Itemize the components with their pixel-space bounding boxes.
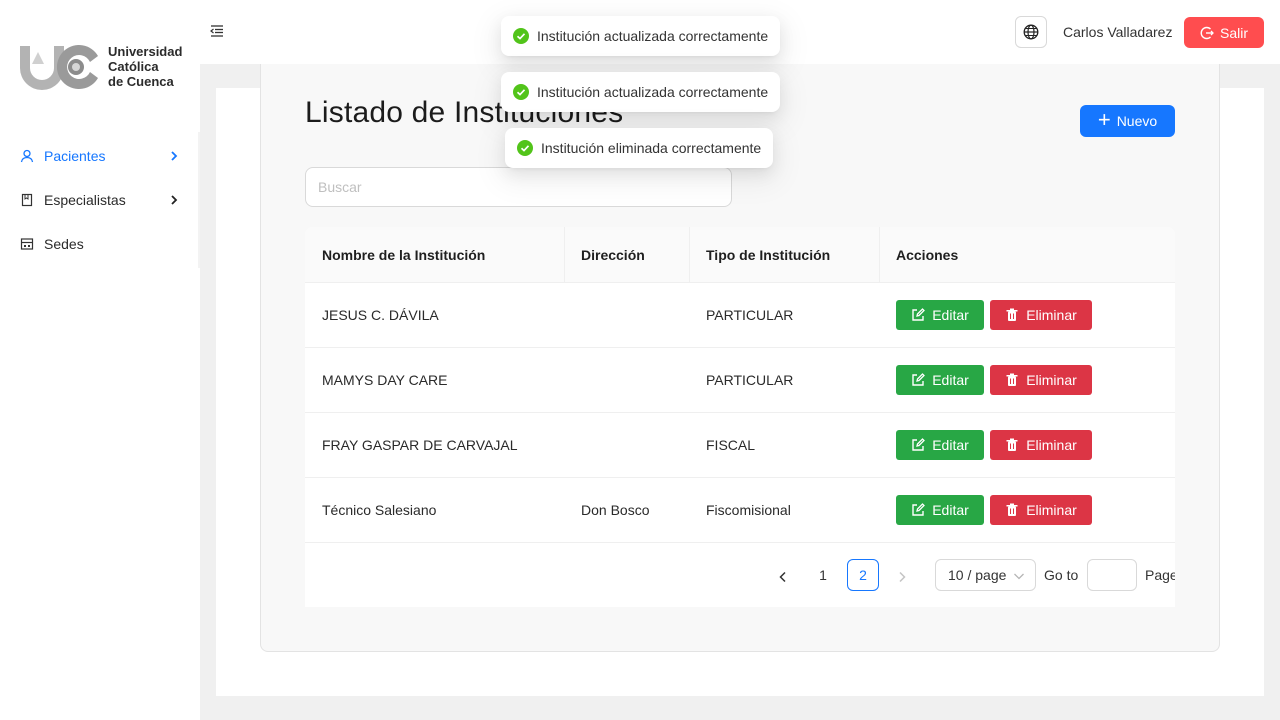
cell-tipo: FISCAL xyxy=(706,437,756,453)
table-header: Nombre de la Institución Dirección Tipo … xyxy=(305,227,1175,283)
globe-icon xyxy=(1023,24,1039,40)
cell-direccion xyxy=(564,348,581,412)
edit-label: Editar xyxy=(932,307,969,323)
next-page-button[interactable] xyxy=(890,561,914,593)
toast-notification: Institución actualizada correctamente xyxy=(501,16,781,56)
book-icon xyxy=(20,193,34,207)
cell-nombre: FRAY GASPAR DE CARVAJAL xyxy=(322,437,518,453)
sidebar-item-sedes[interactable]: Sedes xyxy=(0,222,200,266)
brand-logo[interactable]: Universidad Católica de Cuenca xyxy=(18,40,188,92)
delete-button[interactable]: Eliminar xyxy=(990,365,1092,395)
building-icon xyxy=(20,237,34,251)
delete-label: Eliminar xyxy=(1026,502,1077,518)
brand-name-line2: Católica xyxy=(108,59,159,74)
column-header-tipo: Tipo de Institución xyxy=(706,247,831,263)
check-circle-icon xyxy=(513,84,529,100)
brand-name-line1: Universidad xyxy=(108,44,183,59)
chevron-right-icon xyxy=(171,151,178,161)
sidebar-item-pacientes[interactable]: Pacientes xyxy=(0,134,200,178)
logout-icon xyxy=(1200,26,1214,39)
prev-page-button[interactable] xyxy=(771,561,795,593)
table-row: JESUS C. DÁVILA PARTICULAR Editar Elimin… xyxy=(305,283,1175,348)
sidebar-divider xyxy=(198,132,200,268)
cell-nombre: MAMYS DAY CARE xyxy=(322,372,448,388)
edit-label: Editar xyxy=(932,437,969,453)
cell-tipo: Fiscomisional xyxy=(706,502,791,518)
cell-nombre: Técnico Salesiano xyxy=(322,502,437,518)
sidebar: Universidad Católica de Cuenca Pacientes… xyxy=(0,0,200,720)
edit-label: Editar xyxy=(932,502,969,518)
delete-button[interactable]: Eliminar xyxy=(990,300,1092,330)
chevron-right-icon xyxy=(171,195,178,205)
cell-direccion xyxy=(564,413,581,477)
cell-direccion xyxy=(564,283,581,347)
edit-icon xyxy=(912,503,926,516)
trash-icon xyxy=(1006,308,1018,321)
sidebar-item-especialistas[interactable]: Especialistas xyxy=(0,178,200,222)
edit-icon xyxy=(912,373,926,386)
chevron-down-icon xyxy=(1014,573,1024,580)
sidebar-item-label: Especialistas xyxy=(44,192,126,208)
check-circle-icon xyxy=(517,140,533,156)
toast-notification: Institución actualizada correctamente xyxy=(501,72,781,112)
page-size-select[interactable]: 10 / page xyxy=(935,559,1036,591)
goto-page-input[interactable] xyxy=(1087,559,1137,591)
check-circle-icon xyxy=(513,28,529,44)
pagination: 1 2 10 / page Go to Page xyxy=(305,543,1175,607)
edit-icon xyxy=(912,308,926,321)
menu-fold-icon[interactable] xyxy=(210,24,224,38)
column-header-direccion: Dirección xyxy=(581,247,645,263)
logout-button[interactable]: Salir xyxy=(1184,17,1264,48)
delete-label: Eliminar xyxy=(1026,437,1077,453)
edit-label: Editar xyxy=(932,372,969,388)
page-2-button[interactable]: 2 xyxy=(847,559,879,591)
table-row: FRAY GASPAR DE CARVAJAL FISCAL Editar El… xyxy=(305,413,1175,478)
column-header-nombre: Nombre de la Institución xyxy=(322,247,486,263)
sidebar-item-label: Pacientes xyxy=(44,148,106,164)
language-button[interactable] xyxy=(1015,16,1047,48)
new-button-label: Nuevo xyxy=(1116,113,1158,129)
toast-message: Institución actualizada correctamente xyxy=(537,28,769,44)
goto-page-label: Page xyxy=(1145,567,1175,583)
edit-button[interactable]: Editar xyxy=(896,300,984,330)
logout-label: Salir xyxy=(1219,24,1248,41)
delete-label: Eliminar xyxy=(1026,307,1077,323)
edit-button[interactable]: Editar xyxy=(896,495,984,525)
toast-notification: Institución eliminada correctamente xyxy=(505,128,774,168)
cell-direccion: Don Bosco xyxy=(581,502,650,518)
sidebar-nav: Pacientes Especialistas Sedes xyxy=(0,134,200,266)
university-logo-icon xyxy=(20,45,98,90)
goto-label: Go to xyxy=(1044,567,1079,583)
toast-message: Institución eliminada correctamente xyxy=(541,140,762,156)
brand-name: Universidad Católica de Cuenca xyxy=(108,44,182,89)
page-1-button[interactable]: 1 xyxy=(807,559,839,591)
sidebar-item-label: Sedes xyxy=(44,236,84,252)
edit-icon xyxy=(912,438,926,451)
toast-message: Institución actualizada correctamente xyxy=(537,84,769,100)
delete-button[interactable]: Eliminar xyxy=(990,430,1092,460)
user-name: Carlos Valladarez xyxy=(1063,24,1173,40)
edit-button[interactable]: Editar xyxy=(896,365,984,395)
column-header-acciones: Acciones xyxy=(896,247,959,263)
cell-tipo: PARTICULAR xyxy=(706,307,794,323)
institutions-table: Nombre de la Institución Dirección Tipo … xyxy=(305,227,1175,607)
table-row: Técnico Salesiano Don Bosco Fiscomisiona… xyxy=(305,478,1175,543)
cell-nombre: JESUS C. DÁVILA xyxy=(322,307,439,323)
trash-icon xyxy=(1006,503,1018,516)
trash-icon xyxy=(1006,438,1018,451)
edit-button[interactable]: Editar xyxy=(896,430,984,460)
delete-label: Eliminar xyxy=(1026,372,1077,388)
chevron-left-icon xyxy=(779,571,786,583)
delete-button[interactable]: Eliminar xyxy=(990,495,1092,525)
new-institution-button[interactable]: + Nuevo xyxy=(1080,105,1175,137)
brand-name-line3: de Cuenca xyxy=(108,74,174,89)
user-icon xyxy=(20,149,34,163)
search-input[interactable] xyxy=(305,167,732,207)
plus-icon: + xyxy=(1097,107,1111,132)
table-row: MAMYS DAY CARE PARTICULAR Editar Elimina… xyxy=(305,348,1175,413)
chevron-right-icon xyxy=(899,571,906,583)
cell-tipo: PARTICULAR xyxy=(706,372,794,388)
trash-icon xyxy=(1006,373,1018,386)
page-size-value: 10 / page xyxy=(948,567,1007,583)
